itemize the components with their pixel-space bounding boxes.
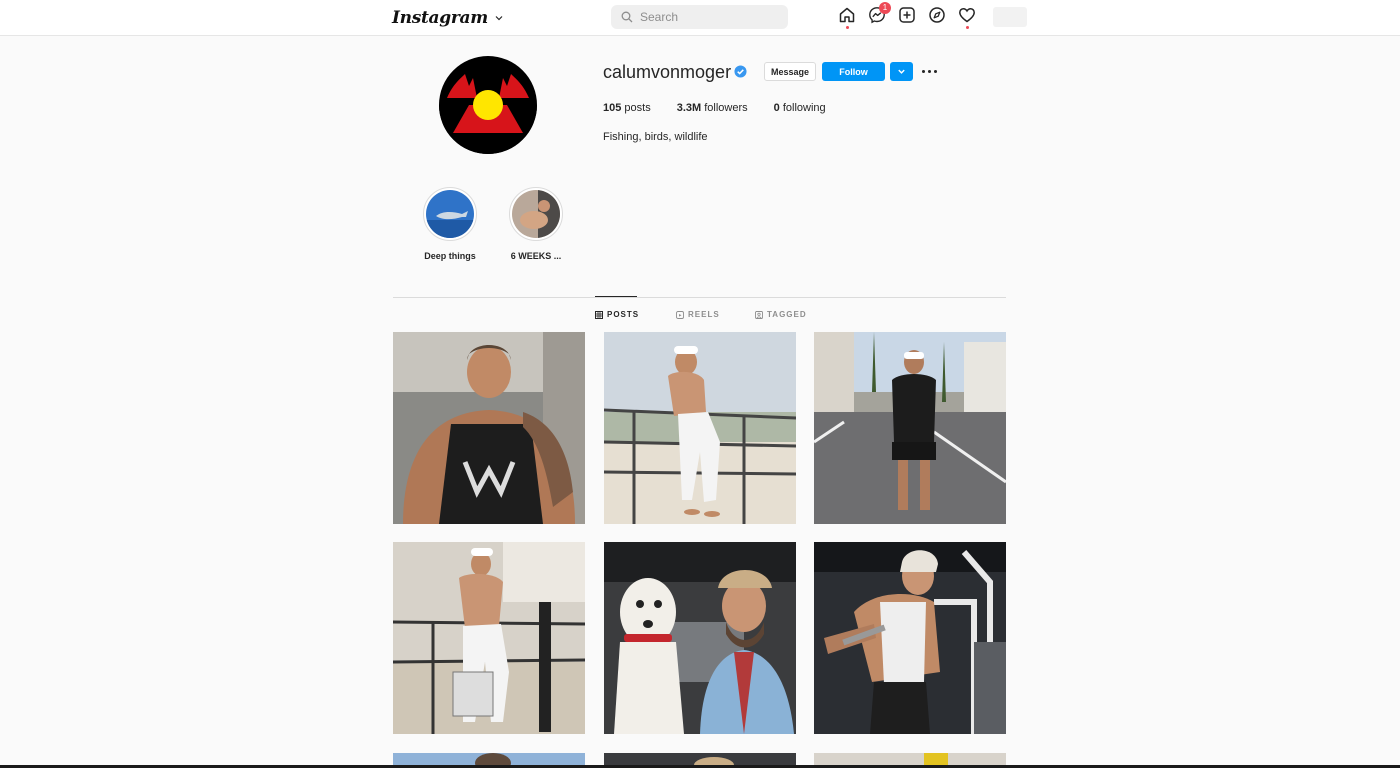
messenger-badge: 1 <box>879 2 891 14</box>
profile-stats: 105 posts 3.3M followers 0 following <box>603 102 826 114</box>
new-post-button[interactable] <box>897 6 917 28</box>
logo-text: Instagram <box>392 8 488 28</box>
verified-badge-icon <box>734 65 747 78</box>
tab-label: REELS <box>688 310 720 319</box>
following-count: 0 <box>773 102 780 114</box>
top-navigation-bar: Instagram 1 <box>0 0 1400 36</box>
post-thumbnail[interactable] <box>604 542 796 734</box>
post-image <box>814 753 1006 765</box>
chevron-down-icon[interactable] <box>494 13 504 23</box>
explore-button[interactable] <box>927 6 947 28</box>
post-thumbnail[interactable] <box>393 542 585 734</box>
post-image <box>604 332 796 524</box>
suggested-accounts-button[interactable] <box>890 62 913 81</box>
followers-label: followers <box>704 102 748 114</box>
more-dot <box>922 69 925 73</box>
post-thumbnail[interactable] <box>814 542 1006 734</box>
grid-icon <box>595 310 603 319</box>
post-image <box>604 753 796 765</box>
home-icon <box>839 7 855 23</box>
nav-icons: 1 <box>837 2 1027 29</box>
post-thumbnail[interactable] <box>604 332 796 524</box>
highlight-label: 6 WEEKS ... <box>510 251 562 261</box>
more-dot <box>928 69 931 73</box>
home-button[interactable] <box>837 6 857 29</box>
highlight-ring <box>423 187 477 241</box>
post-image <box>393 753 585 765</box>
messenger-button[interactable]: 1 <box>867 2 891 28</box>
tab-reels[interactable]: REELS <box>676 310 720 319</box>
followers-count: 3.3M <box>676 102 702 114</box>
story-highlight[interactable]: 6 WEEKS ... <box>504 187 568 261</box>
post-image <box>393 332 585 524</box>
message-button[interactable]: Message <box>764 62 816 81</box>
following-stat[interactable]: 0 following <box>774 102 826 114</box>
search-box[interactable] <box>611 5 788 29</box>
posts-stat: 105 posts <box>603 102 651 114</box>
activity-button[interactable] <box>957 6 977 29</box>
post-thumbnail[interactable] <box>604 753 796 765</box>
highlight-cover-image <box>512 190 560 238</box>
active-tab-indicator <box>595 296 637 297</box>
tabs-divider <box>393 297 1006 298</box>
reels-icon <box>676 310 684 319</box>
tab-label: TAGGED <box>767 310 807 319</box>
heart-icon <box>959 8 975 23</box>
tag-icon <box>755 310 763 319</box>
plus-square-icon <box>899 7 915 23</box>
story-highlight[interactable]: Deep things <box>418 187 482 261</box>
post-image <box>604 542 796 734</box>
more-options-button[interactable] <box>922 66 940 76</box>
tab-label: POSTS <box>607 310 640 319</box>
compass-icon <box>929 7 945 23</box>
follow-button[interactable]: Follow <box>822 62 885 81</box>
profile-picture[interactable] <box>439 56 537 154</box>
profile-avatar-button[interactable] <box>993 7 1027 27</box>
post-thumbnail[interactable] <box>393 753 585 765</box>
following-label: following <box>782 102 826 114</box>
instagram-logo[interactable]: Instagram <box>392 7 504 29</box>
tab-tagged[interactable]: TAGGED <box>755 310 807 319</box>
highlight-cover-image <box>426 190 474 238</box>
post-image <box>814 542 1006 734</box>
post-thumbnail[interactable] <box>814 332 1006 524</box>
more-dot <box>934 69 937 73</box>
search-input[interactable] <box>640 10 770 24</box>
post-thumbnail[interactable] <box>393 332 585 524</box>
tab-posts[interactable]: POSTS <box>595 310 639 319</box>
profile-bio: Fishing, birds, wildlife <box>603 131 708 143</box>
highlight-ring <box>509 187 563 241</box>
posts-label: posts <box>624 102 651 114</box>
post-image <box>393 542 585 734</box>
search-icon <box>621 11 633 23</box>
activity-notification-dot <box>965 26 969 29</box>
followers-stat[interactable]: 3.3M followers <box>677 102 748 114</box>
post-thumbnail[interactable] <box>814 753 1006 765</box>
home-notification-dot <box>845 26 849 29</box>
profile-username: calumvonmoger <box>603 62 732 82</box>
profile-flag-image <box>439 56 537 154</box>
chevron-down-icon <box>898 69 905 74</box>
posts-count: 105 <box>603 102 622 114</box>
post-image <box>814 332 1006 524</box>
highlight-label: Deep things <box>424 251 476 261</box>
